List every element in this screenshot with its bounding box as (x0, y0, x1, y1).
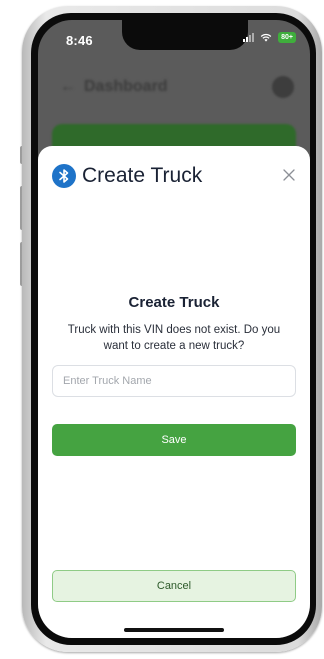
close-icon[interactable] (282, 168, 296, 182)
background-title: Dashboard (84, 78, 168, 95)
bluetooth-icon (52, 164, 76, 188)
status-time: 8:46 (66, 33, 93, 48)
create-truck-modal: Create Truck Create Truck Truck with thi… (38, 146, 310, 638)
wifi-icon (260, 33, 272, 42)
back-arrow-icon: ← (60, 78, 76, 95)
save-button[interactable]: Save (52, 424, 296, 456)
modal-header: Create Truck (52, 164, 202, 188)
home-indicator[interactable] (124, 628, 224, 632)
background-header: ← Dashboard (60, 78, 168, 96)
cancel-button[interactable]: Cancel (52, 570, 296, 602)
truck-name-input[interactable] (52, 365, 296, 397)
content-message: Truck with this VIN does not exist. Do y… (67, 324, 281, 352)
modal-title: Create Truck (82, 164, 203, 187)
cellular-signal-icon (243, 33, 255, 42)
notch (122, 20, 248, 50)
content-heading: Create Truck (128, 294, 220, 311)
battery-indicator: 80+ (278, 32, 296, 43)
background-avatar (272, 76, 294, 98)
phone-screen: 8:46 80+ ← Dashboard Create Truck Create… (38, 20, 310, 638)
status-icons: 80+ (243, 32, 296, 43)
